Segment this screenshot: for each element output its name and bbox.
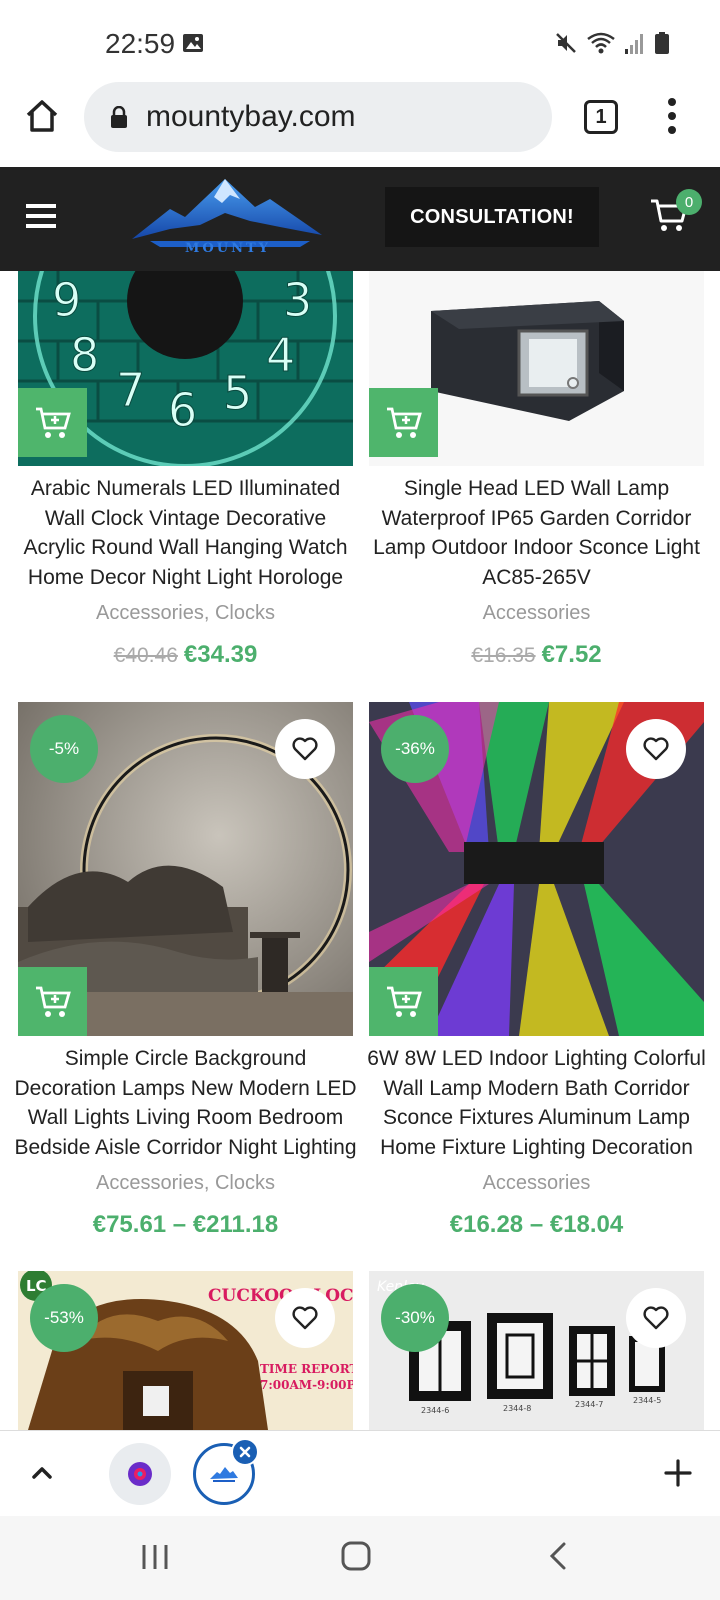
tab-strip bbox=[0, 1430, 720, 1516]
svg-text:7: 7 bbox=[116, 363, 145, 417]
cart-count-badge: 0 bbox=[676, 189, 702, 215]
battery-icon bbox=[655, 32, 669, 54]
svg-text:5: 5 bbox=[223, 366, 252, 420]
gallery-icon bbox=[183, 34, 203, 52]
site-header: MOUNTY CONSULTATION! 0 bbox=[0, 167, 720, 271]
discount-badge: -53% bbox=[30, 1284, 98, 1352]
mute-icon bbox=[556, 33, 576, 53]
add-to-cart-icon bbox=[35, 407, 71, 438]
product-price: €75.61 – €211.18 bbox=[92, 1211, 279, 1238]
site-favicon-icon bbox=[128, 1462, 152, 1486]
image-text-hours: 7:00AM-9:00PM bbox=[260, 1378, 353, 1392]
discount-badge: -5% bbox=[30, 715, 98, 783]
discount-badge: -30% bbox=[381, 1284, 449, 1352]
product-categories[interactable]: Accessories bbox=[369, 602, 704, 625]
svg-text:4: 4 bbox=[266, 328, 295, 382]
old-price: €40.46 bbox=[113, 644, 178, 667]
svg-text:8: 8 bbox=[70, 328, 99, 382]
consultation-button[interactable]: CONSULTATION! bbox=[385, 187, 599, 247]
plus-icon[interactable] bbox=[664, 1459, 692, 1487]
logo-wordmark: MOUNTY bbox=[185, 241, 271, 255]
wishlist-button[interactable] bbox=[275, 1288, 335, 1348]
status-icons bbox=[554, 30, 670, 56]
add-to-cart-icon bbox=[35, 986, 71, 1017]
back-icon[interactable] bbox=[548, 1541, 568, 1571]
add-to-cart-icon bbox=[386, 986, 422, 1017]
add-to-cart-button[interactable] bbox=[18, 388, 87, 457]
product-categories[interactable]: Accessories, Clocks bbox=[18, 1172, 353, 1195]
product-title[interactable]: Arabic Numerals LED Illuminated Wall Clo… bbox=[12, 474, 359, 592]
old-price: €16.35 bbox=[471, 644, 536, 667]
add-to-cart-button[interactable] bbox=[369, 388, 438, 457]
heart-icon bbox=[292, 737, 318, 761]
home-icon[interactable] bbox=[24, 98, 60, 134]
browser-toolbar: mountybay.com 1 bbox=[0, 80, 720, 167]
hamburger-icon[interactable] bbox=[26, 203, 56, 229]
signal-icon bbox=[625, 34, 643, 54]
home-nav-icon[interactable] bbox=[340, 1540, 372, 1572]
recents-icon[interactable] bbox=[140, 1542, 170, 1572]
product-categories[interactable]: Accessories bbox=[369, 1172, 704, 1195]
chevron-up-icon[interactable] bbox=[28, 1459, 56, 1487]
mounty-favicon-icon bbox=[210, 1467, 238, 1482]
wishlist-button[interactable] bbox=[626, 1288, 686, 1348]
status-time: 22:59 bbox=[105, 28, 176, 59]
product-categories[interactable]: Accessories, Clocks bbox=[18, 602, 353, 625]
lock-icon bbox=[111, 106, 127, 128]
image-text-model-a: 2344-6 bbox=[421, 1406, 449, 1415]
wishlist-button[interactable] bbox=[626, 719, 686, 779]
svg-text:9: 9 bbox=[52, 273, 81, 327]
close-tab-button[interactable] bbox=[231, 1438, 259, 1466]
current-price: €7.52 bbox=[541, 641, 602, 668]
product-title[interactable]: Single Head LED Wall Lamp Waterproof IP6… bbox=[363, 474, 710, 592]
add-to-cart-button[interactable] bbox=[18, 967, 87, 1036]
url-bar[interactable]: mountybay.com bbox=[84, 82, 552, 152]
system-nav-bar bbox=[0, 1516, 720, 1600]
current-price: €34.39 bbox=[183, 641, 258, 668]
close-icon bbox=[239, 1446, 251, 1458]
image-text-model-d: 2344-5 bbox=[633, 1396, 661, 1405]
add-to-cart-button[interactable] bbox=[369, 967, 438, 1036]
product-price: €16.35 €7.52 bbox=[369, 641, 704, 669]
heart-icon bbox=[643, 1306, 669, 1330]
image-text-time-report: TIME REPORT bbox=[260, 1362, 353, 1376]
product-price: €16.28 – €18.04 bbox=[449, 1211, 624, 1238]
status-bar: 22:59 bbox=[0, 0, 720, 80]
image-text-model-b: 2344-8 bbox=[503, 1404, 531, 1413]
url-text: mountybay.com bbox=[146, 100, 356, 133]
product-price: €40.46 €34.39 bbox=[18, 641, 353, 669]
heart-icon bbox=[643, 737, 669, 761]
site-logo[interactable]: MOUNTY bbox=[130, 177, 326, 256]
more-vert-icon[interactable] bbox=[662, 96, 682, 136]
add-to-cart-icon bbox=[386, 407, 422, 438]
product-title[interactable]: Simple Circle Background Decoration Lamp… bbox=[12, 1044, 359, 1162]
image-text-model-c: 2344-7 bbox=[575, 1400, 603, 1409]
wifi-icon bbox=[587, 32, 615, 54]
tab-switcher-button[interactable]: 1 bbox=[584, 100, 618, 134]
heart-icon bbox=[292, 1306, 318, 1330]
svg-text:3: 3 bbox=[283, 273, 312, 327]
wishlist-button[interactable] bbox=[275, 719, 335, 779]
svg-text:6: 6 bbox=[168, 383, 197, 437]
product-title[interactable]: 6W 8W LED Indoor Lighting Colorful Wall … bbox=[363, 1044, 710, 1162]
tab-thumbnail[interactable] bbox=[109, 1443, 171, 1505]
discount-badge: -36% bbox=[381, 715, 449, 783]
